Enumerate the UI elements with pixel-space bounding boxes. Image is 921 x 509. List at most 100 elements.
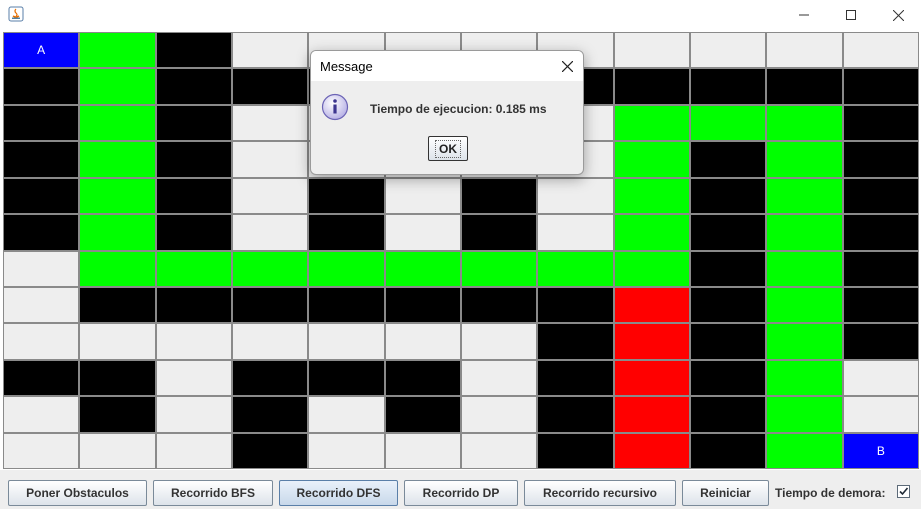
delay-checkbox[interactable] (897, 485, 910, 498)
grid-cell[interactable] (233, 142, 308, 177)
grid-cell[interactable] (767, 69, 842, 104)
grid-cell[interactable] (691, 215, 766, 250)
grid-cell[interactable] (767, 142, 842, 177)
grid-cell[interactable] (4, 178, 79, 214)
grid-cell[interactable] (538, 215, 613, 250)
grid-cell[interactable] (767, 251, 842, 286)
grid-cell[interactable] (767, 397, 842, 432)
grid-cell[interactable] (233, 69, 308, 104)
grid-cell[interactable] (538, 433, 613, 468)
grid-cell[interactable] (4, 105, 79, 141)
grid-cell[interactable] (80, 287, 155, 323)
grid-cell[interactable] (4, 215, 79, 250)
grid-cell[interactable] (843, 287, 918, 323)
start-cell[interactable]: A (4, 33, 79, 68)
grid-cell[interactable] (4, 324, 79, 359)
grid-cell[interactable] (4, 69, 79, 104)
grid-cell[interactable] (691, 287, 766, 323)
grid-cell[interactable] (614, 69, 689, 104)
grid-cell[interactable] (614, 433, 689, 468)
grid-cell[interactable] (80, 142, 155, 177)
grid-cell[interactable] (233, 433, 308, 468)
grid-cell[interactable] (767, 215, 842, 250)
grid-cell[interactable] (462, 360, 537, 396)
grid-cell[interactable] (80, 105, 155, 141)
recorrido-dfs-button[interactable]: Recorrido DFS (279, 480, 398, 506)
grid-cell[interactable] (309, 433, 384, 468)
grid-cell[interactable] (767, 324, 842, 359)
grid-cell[interactable] (309, 178, 384, 214)
grid-cell[interactable] (156, 69, 231, 104)
grid-cell[interactable] (233, 324, 308, 359)
grid-cell[interactable] (462, 397, 537, 432)
end-cell[interactable]: B (843, 433, 918, 468)
grid-cell[interactable] (385, 215, 460, 250)
grid-cell[interactable] (156, 142, 231, 177)
grid-cell[interactable] (233, 397, 308, 432)
grid-cell[interactable] (309, 215, 384, 250)
recorrido-bfs-button[interactable]: Recorrido BFS (153, 480, 273, 506)
grid-cell[interactable] (767, 105, 842, 141)
grid-cell[interactable] (767, 178, 842, 214)
grid-cell[interactable] (691, 33, 766, 68)
grid-cell[interactable] (385, 360, 460, 396)
grid-cell[interactable] (156, 433, 231, 468)
grid-cell[interactable] (80, 324, 155, 359)
grid-cell[interactable] (767, 360, 842, 396)
grid-cell[interactable] (691, 69, 766, 104)
grid-cell[interactable] (843, 69, 918, 104)
grid-cell[interactable] (80, 360, 155, 396)
grid-cell[interactable] (309, 324, 384, 359)
grid-cell[interactable] (156, 105, 231, 141)
grid-cell[interactable] (156, 178, 231, 214)
grid-cell[interactable] (385, 178, 460, 214)
grid-cell[interactable] (462, 433, 537, 468)
grid-cell[interactable] (156, 287, 231, 323)
grid-cell[interactable] (462, 287, 537, 323)
grid-cell[interactable] (538, 324, 613, 359)
grid-cell[interactable] (309, 397, 384, 432)
grid-cell[interactable] (4, 433, 79, 468)
grid-cell[interactable] (233, 178, 308, 214)
grid-cell[interactable] (156, 251, 231, 286)
grid-cell[interactable] (4, 360, 79, 396)
grid-cell[interactable] (538, 178, 613, 214)
grid-cell[interactable] (691, 105, 766, 141)
grid-cell[interactable] (614, 251, 689, 286)
grid-cell[interactable] (843, 142, 918, 177)
grid-cell[interactable] (691, 178, 766, 214)
grid-cell[interactable] (385, 433, 460, 468)
grid-cell[interactable] (691, 324, 766, 359)
grid-cell[interactable] (156, 33, 231, 68)
recorrido-recursivo-button[interactable]: Recorrido recursivo (524, 480, 676, 506)
poner-obstaculos-button[interactable]: Poner Obstaculos (8, 480, 147, 506)
grid-cell[interactable] (691, 397, 766, 432)
grid-cell[interactable] (614, 360, 689, 396)
grid-cell[interactable] (767, 433, 842, 468)
grid-cell[interactable] (462, 251, 537, 286)
grid-cell[interactable] (233, 360, 308, 396)
minimize-button[interactable] (781, 0, 827, 30)
grid-cell[interactable] (614, 215, 689, 250)
grid-cell[interactable] (233, 33, 308, 68)
grid-cell[interactable] (4, 251, 79, 286)
grid-cell[interactable] (233, 215, 308, 250)
grid-cell[interactable] (80, 251, 155, 286)
grid-cell[interactable] (843, 105, 918, 141)
grid-cell[interactable] (767, 33, 842, 68)
grid-cell[interactable] (614, 142, 689, 177)
grid-cell[interactable] (538, 251, 613, 286)
maximize-button[interactable] (828, 0, 874, 30)
grid-cell[interactable] (538, 397, 613, 432)
grid-cell[interactable] (691, 251, 766, 286)
grid-cell[interactable] (843, 215, 918, 250)
grid-cell[interactable] (843, 33, 918, 68)
grid-cell[interactable] (4, 142, 79, 177)
grid-cell[interactable] (156, 360, 231, 396)
grid-cell[interactable] (156, 324, 231, 359)
grid-cell[interactable] (614, 33, 689, 68)
ok-button[interactable]: OK (428, 136, 468, 161)
grid-cell[interactable] (156, 215, 231, 250)
grid-cell[interactable] (309, 251, 384, 286)
grid-cell[interactable] (156, 397, 231, 432)
